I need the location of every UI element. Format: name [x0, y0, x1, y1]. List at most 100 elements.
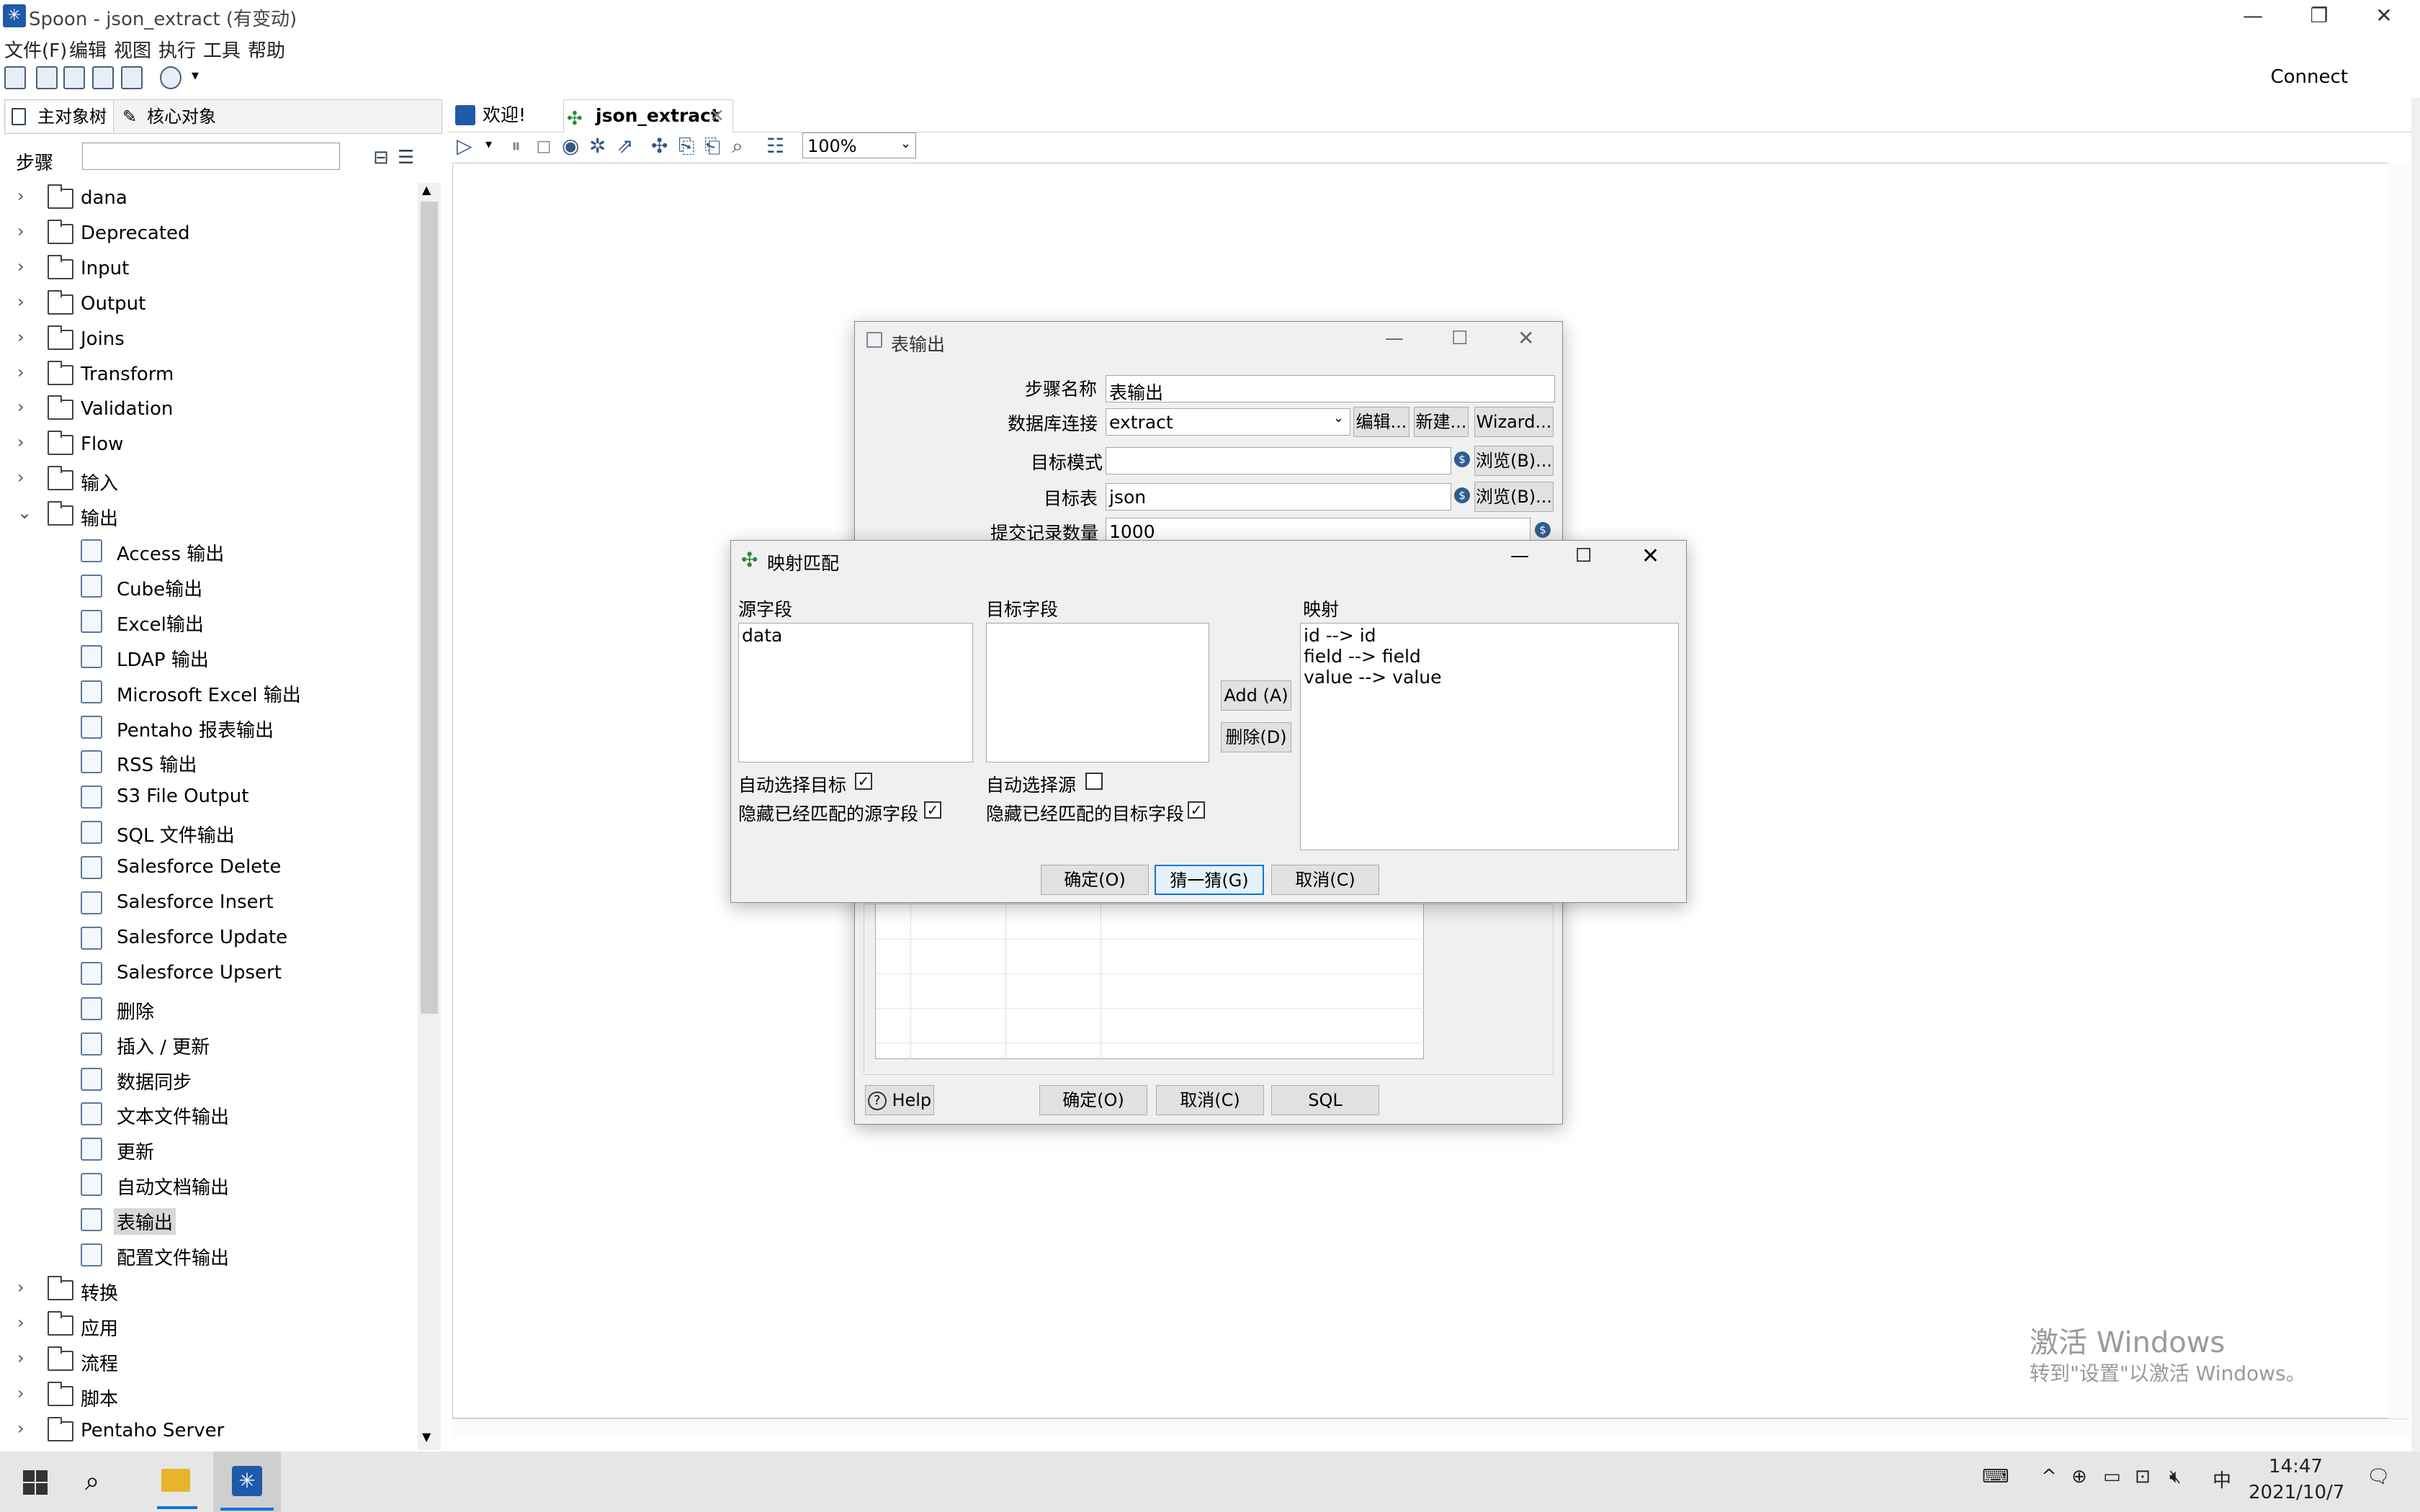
chevron-right-icon[interactable]: ›: [17, 292, 24, 312]
auto-source-checkbox[interactable]: [1085, 773, 1103, 790]
tree-step-item[interactable]: Salesforce Insert: [0, 886, 418, 920]
chevron-right-icon[interactable]: ›: [17, 221, 24, 241]
mapping-maximize-button[interactable]: ☐: [1575, 545, 1592, 567]
tree-step-item[interactable]: Access 输出: [0, 534, 418, 568]
tree-folder-item[interactable]: › 转换: [0, 1273, 418, 1308]
volume-muted-icon[interactable]: 🔇︎: [2169, 1466, 2181, 1488]
mappings-list[interactable]: id --> id field --> field value --> valu…: [1300, 623, 1679, 850]
replay-icon[interactable]: ⇗: [617, 134, 633, 158]
save-icon[interactable]: [92, 66, 114, 89]
new-connection-button[interactable]: 新建...: [1414, 407, 1469, 437]
verify-icon[interactable]: ✣: [651, 134, 668, 158]
tree-folder-item[interactable]: › 流程: [0, 1344, 418, 1378]
chevron-right-icon[interactable]: ›: [17, 1383, 24, 1403]
tree-folder-item[interactable]: › Input: [0, 252, 418, 287]
new-file-icon[interactable]: [4, 66, 26, 89]
close-button[interactable]: ✕: [2348, 0, 2420, 33]
tree-step-item[interactable]: 插入 / 更新: [0, 1027, 418, 1061]
tree-scrollbar-thumb[interactable]: [421, 202, 438, 1014]
chevron-right-icon[interactable]: ›: [17, 1313, 24, 1333]
minimize-button[interactable]: —: [2217, 0, 2289, 33]
browse-table-button[interactable]: 浏览(B)...: [1474, 482, 1554, 512]
layers-icon[interactable]: [160, 66, 182, 89]
clock-date[interactable]: 2021/10/7: [2249, 1482, 2344, 1503]
ime-indicator[interactable]: 中: [2213, 1466, 2231, 1493]
chevron-right-icon[interactable]: ›: [17, 1348, 24, 1368]
chevron-right-icon[interactable]: ›: [17, 1277, 24, 1297]
impact-icon[interactable]: ⎘: [678, 134, 694, 158]
tab-welcome[interactable]: 欢迎!: [452, 99, 560, 132]
collapse-all-icon[interactable]: ☰: [398, 147, 414, 168]
restore-button[interactable]: ❐: [2283, 0, 2355, 33]
network-icon[interactable]: ⊡: [2135, 1466, 2151, 1488]
mapping-item[interactable]: field --> field: [1304, 646, 1675, 667]
target-schema-input[interactable]: [1106, 447, 1451, 474]
explore-repository-icon[interactable]: [63, 66, 85, 89]
mapping-cancel-button[interactable]: 取消(C): [1271, 865, 1379, 895]
sql-button[interactable]: SQL: [1271, 1085, 1379, 1115]
tree-step-item[interactable]: 文本文件输出: [0, 1097, 418, 1131]
browse-schema-button[interactable]: 浏览(B)...: [1474, 446, 1554, 476]
stop-icon[interactable]: ◻: [536, 135, 552, 157]
menu-tools[interactable]: 工具: [203, 36, 241, 63]
run-options-chevron-icon[interactable]: ▾: [485, 137, 492, 152]
chevron-right-icon[interactable]: ›: [17, 362, 24, 382]
expand-all-icon[interactable]: ⊟: [373, 147, 389, 168]
keyboard-icon[interactable]: ⌨: [1982, 1466, 2009, 1488]
notifications-icon[interactable]: 🗨︎: [2367, 1466, 2390, 1488]
chevron-right-icon[interactable]: ›: [17, 432, 24, 452]
sql-icon[interactable]: ⎗: [704, 134, 720, 158]
tree-folder-item[interactable]: › 输入: [0, 463, 418, 498]
show-results-icon[interactable]: ☷: [766, 134, 784, 158]
menu-edit[interactable]: 编辑: [69, 36, 107, 63]
canvas-vertical-scrollbar[interactable]: [2388, 163, 2410, 1418]
menu-help[interactable]: 帮助: [248, 36, 285, 63]
tree-step-item[interactable]: 配置文件输出: [0, 1238, 418, 1272]
canvas-horizontal-scrollbar[interactable]: [452, 1418, 2410, 1439]
chevron-right-icon[interactable]: ›: [17, 467, 24, 487]
tree-folder-item[interactable]: › 脚本: [0, 1379, 418, 1413]
save-as-icon[interactable]: [121, 66, 143, 89]
guess-button[interactable]: 猜一猜(G): [1155, 865, 1264, 895]
tree-step-item[interactable]: 删除: [0, 991, 418, 1026]
step-name-input[interactable]: 表输出: [1106, 375, 1555, 403]
target-fields-list[interactable]: [986, 623, 1209, 762]
tree-folder-item[interactable]: › dana: [0, 181, 418, 216]
source-fields-list[interactable]: data: [738, 623, 973, 762]
explore-db-icon[interactable]: ⌕: [732, 134, 743, 158]
add-mapping-button[interactable]: Add (A): [1221, 680, 1291, 711]
connect-button[interactable]: Connect: [2270, 66, 2348, 88]
table-output-cancel-button[interactable]: 取消(C): [1156, 1085, 1264, 1115]
tab-json-extract[interactable]: ✣ json_extract ✕: [563, 99, 733, 132]
hide-target-checkbox[interactable]: ✓: [1188, 801, 1205, 819]
run-icon[interactable]: ▷: [457, 134, 472, 158]
menu-view[interactable]: 视图: [114, 36, 151, 63]
scroll-down-arrow-icon[interactable]: ▼: [422, 1430, 431, 1444]
tree-step-item[interactable]: 更新: [0, 1132, 418, 1166]
tree-folder-item[interactable]: ⌄ 输出: [0, 498, 418, 533]
tree-folder-item[interactable]: › Transform: [0, 358, 418, 392]
chevron-right-icon[interactable]: ›: [17, 327, 24, 347]
tree-step-item[interactable]: SQL 文件输出: [0, 815, 418, 850]
mapping-close-button[interactable]: ✕: [1641, 544, 1659, 569]
tree-step-item[interactable]: 表输出: [0, 1202, 418, 1237]
tree-step-item[interactable]: Excel输出: [0, 604, 418, 639]
tree-step-item[interactable]: 数据同步: [0, 1062, 418, 1097]
mapping-item[interactable]: value --> value: [1304, 667, 1675, 688]
auto-target-checkbox[interactable]: ✓: [855, 773, 872, 790]
chevron-right-icon[interactable]: ›: [17, 186, 24, 206]
tree-step-item[interactable]: Salesforce Delete: [0, 850, 418, 885]
tree-step-item[interactable]: Microsoft Excel 输出: [0, 675, 418, 709]
dialog-maximize-button[interactable]: ☐: [1451, 328, 1468, 349]
tree-folder-item[interactable]: › Pentaho Server: [0, 1414, 418, 1449]
field-mapping-table[interactable]: [875, 904, 1425, 1060]
scroll-up-arrow-icon[interactable]: ▲: [422, 183, 431, 197]
source-field-item[interactable]: data: [742, 625, 969, 646]
zoom-select[interactable]: 100% ⌄: [802, 132, 916, 158]
chevron-right-icon[interactable]: ›: [17, 256, 24, 276]
battery-icon[interactable]: ▭: [2103, 1466, 2121, 1488]
tree-step-item[interactable]: Salesforce Upsert: [0, 956, 418, 991]
tree-step-item[interactable]: S3 File Output: [0, 780, 418, 814]
mapping-ok-button[interactable]: 确定(O): [1041, 865, 1149, 895]
pause-icon[interactable]: ⏸: [511, 135, 521, 158]
